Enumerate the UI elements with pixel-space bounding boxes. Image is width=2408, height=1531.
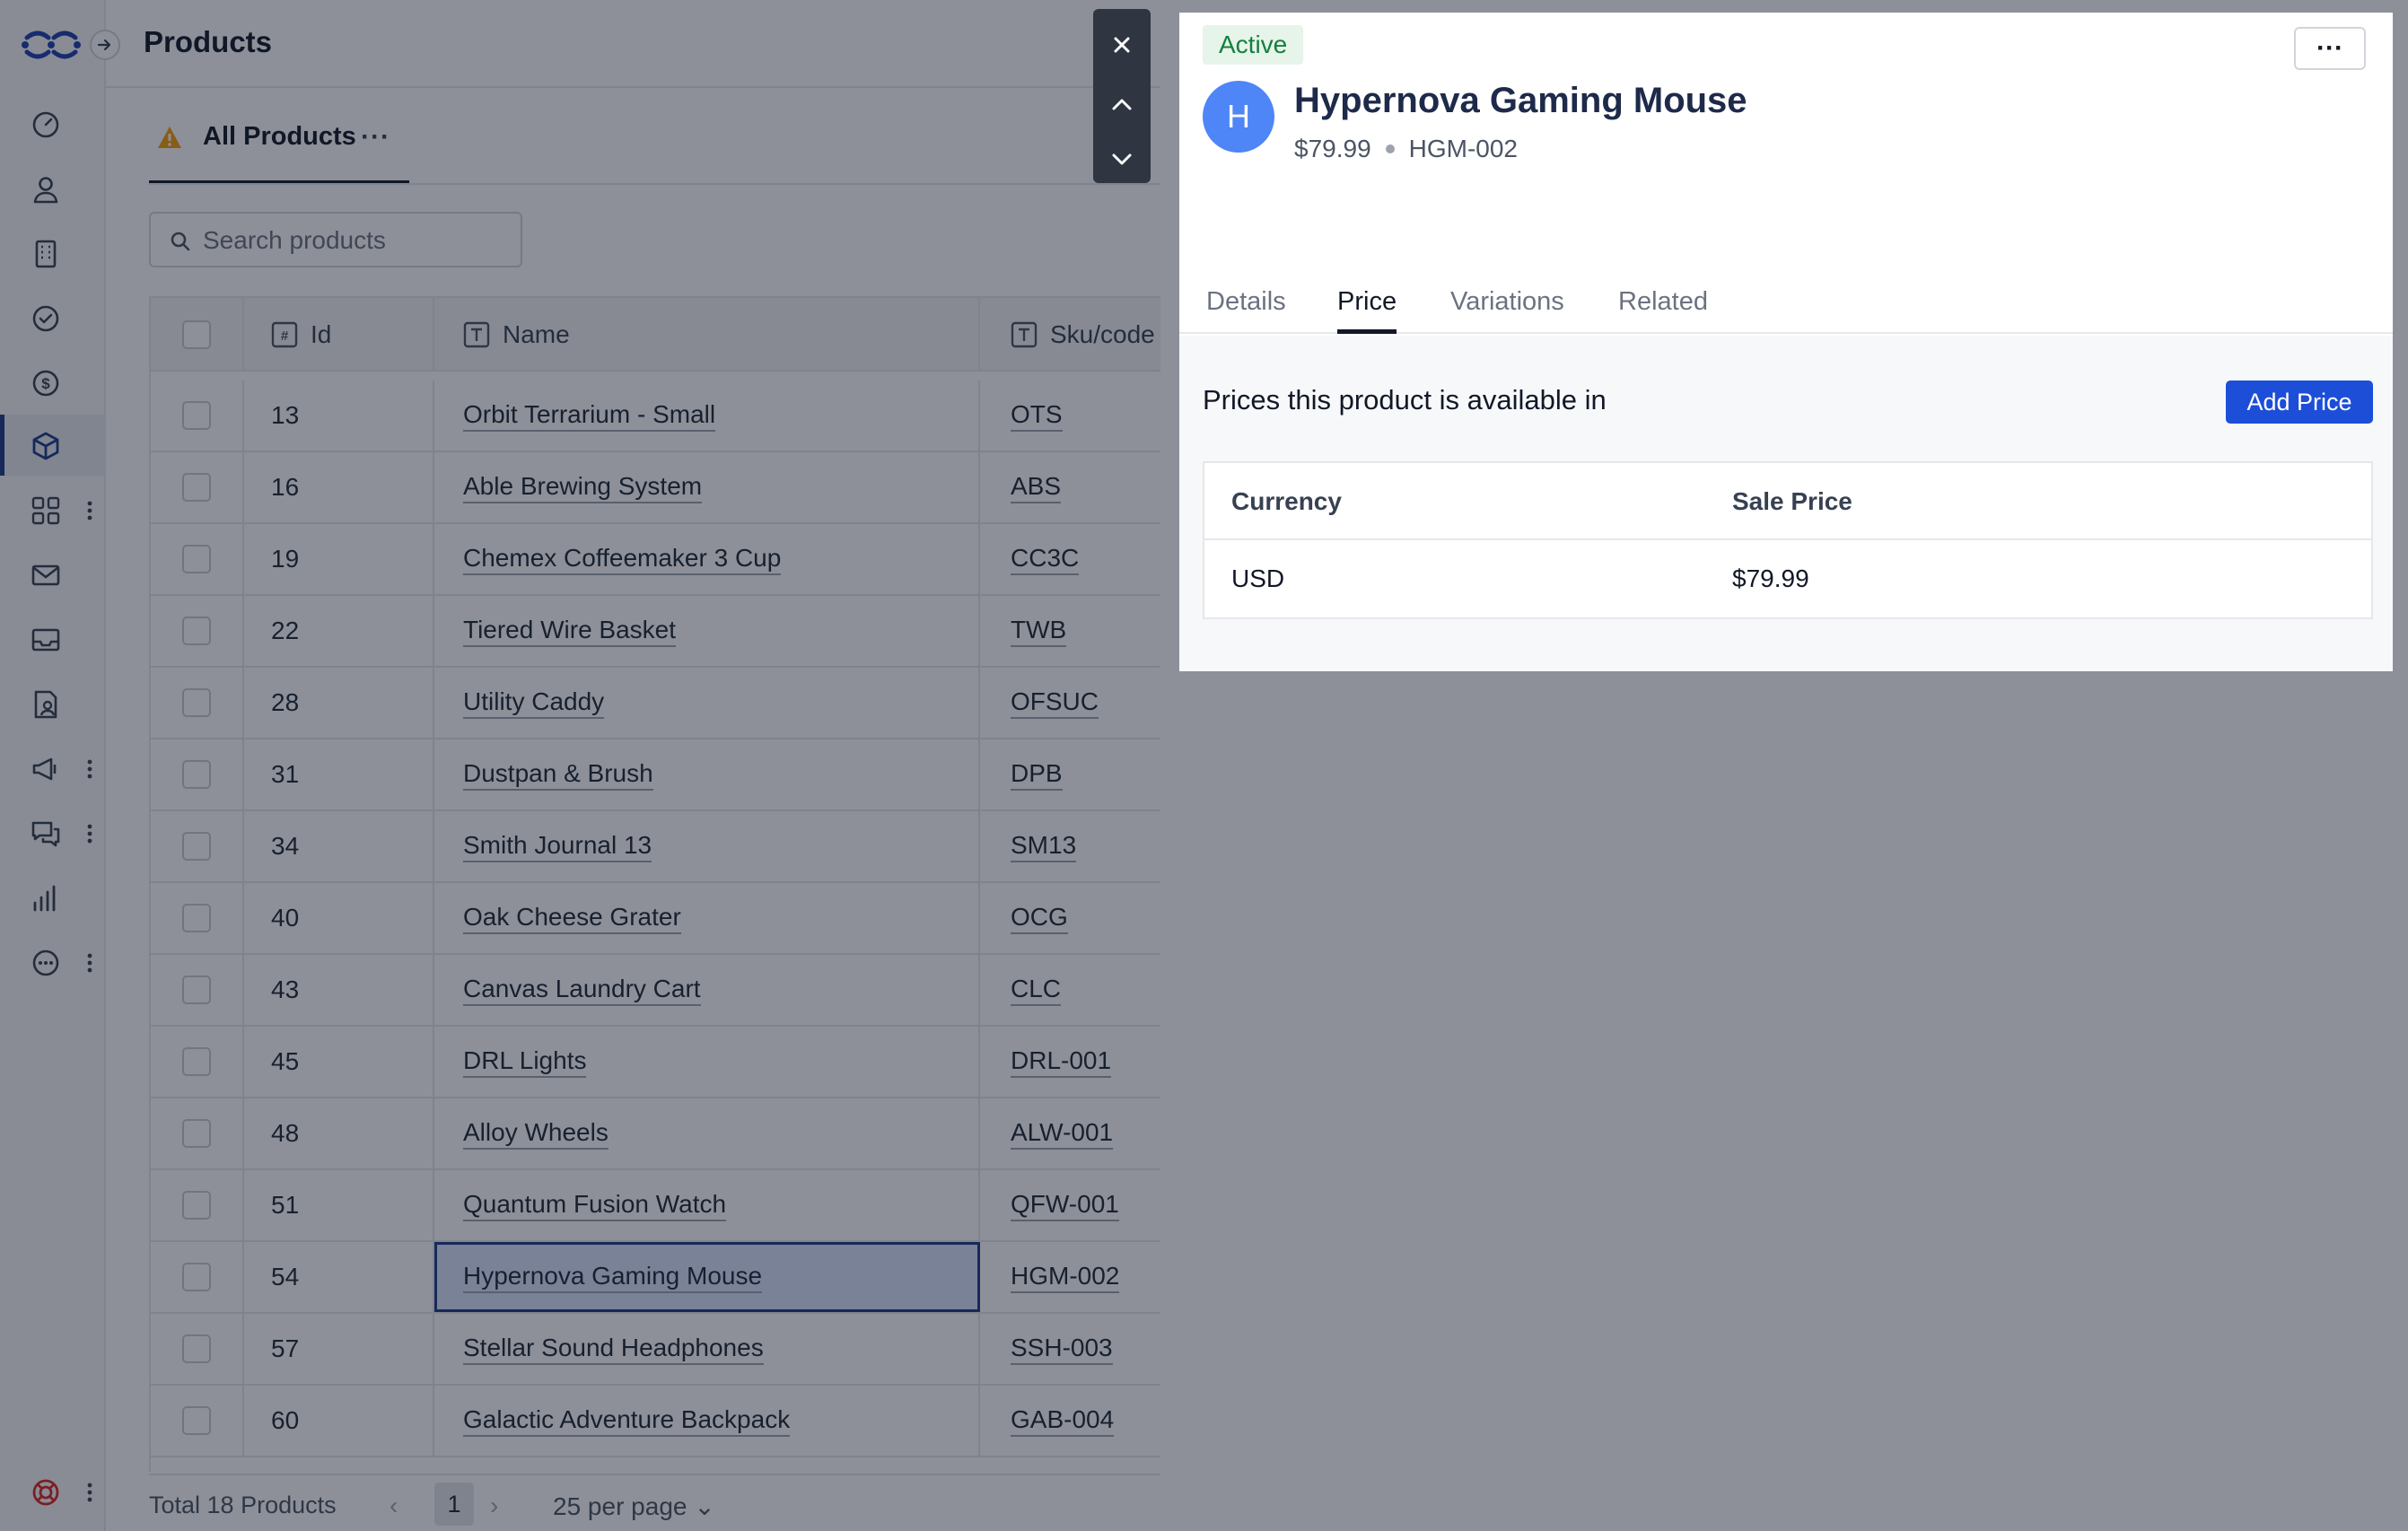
currency-cell: USD — [1231, 564, 1285, 592]
product-sku: HGM-002 — [1408, 135, 1519, 162]
price-row[interactable]: USD $79.99 — [1204, 540, 2371, 617]
detail-tabs: Details Price Variations Related — [1179, 278, 2393, 334]
previous-record-button[interactable] — [1093, 77, 1151, 131]
add-price-button[interactable]: Add Price — [2226, 381, 2373, 424]
chevron-up-icon — [1112, 99, 1132, 110]
price-table: Currency Sale Price USD $79.99 — [1203, 461, 2373, 619]
next-record-button[interactable] — [1093, 133, 1151, 187]
close-icon — [1114, 37, 1130, 53]
section-title: Prices this product is available in — [1203, 384, 1607, 416]
product-summary: $79.99 HGM-002 — [1294, 135, 1518, 163]
tab-related[interactable]: Related — [1618, 287, 1708, 334]
separator-dot — [1385, 144, 1395, 153]
price-table-header: Currency Sale Price — [1204, 463, 2371, 540]
tab-price[interactable]: Price — [1337, 287, 1397, 334]
sale-price-cell: $79.99 — [1732, 564, 1809, 592]
column-header-currency: Currency — [1231, 487, 1342, 515]
price-section: Prices this product is available in Add … — [1179, 336, 2393, 671]
avatar: H — [1203, 81, 1274, 153]
column-header-sale-price: Sale Price — [1732, 487, 1852, 515]
record-navigator — [1093, 9, 1151, 183]
chevron-down-icon — [1112, 153, 1132, 165]
tab-details[interactable]: Details — [1206, 287, 1286, 334]
more-options-button[interactable]: ··· — [2294, 27, 2366, 70]
product-detail-panel: Active ··· H Hypernova Gaming Mouse $79.… — [1179, 13, 2393, 671]
close-panel-button[interactable] — [1093, 18, 1151, 72]
product-price: $79.99 — [1294, 135, 1371, 162]
tab-variations[interactable]: Variations — [1450, 287, 1564, 334]
status-badge: Active — [1203, 25, 1304, 65]
product-name: Hypernova Gaming Mouse — [1294, 81, 1747, 120]
